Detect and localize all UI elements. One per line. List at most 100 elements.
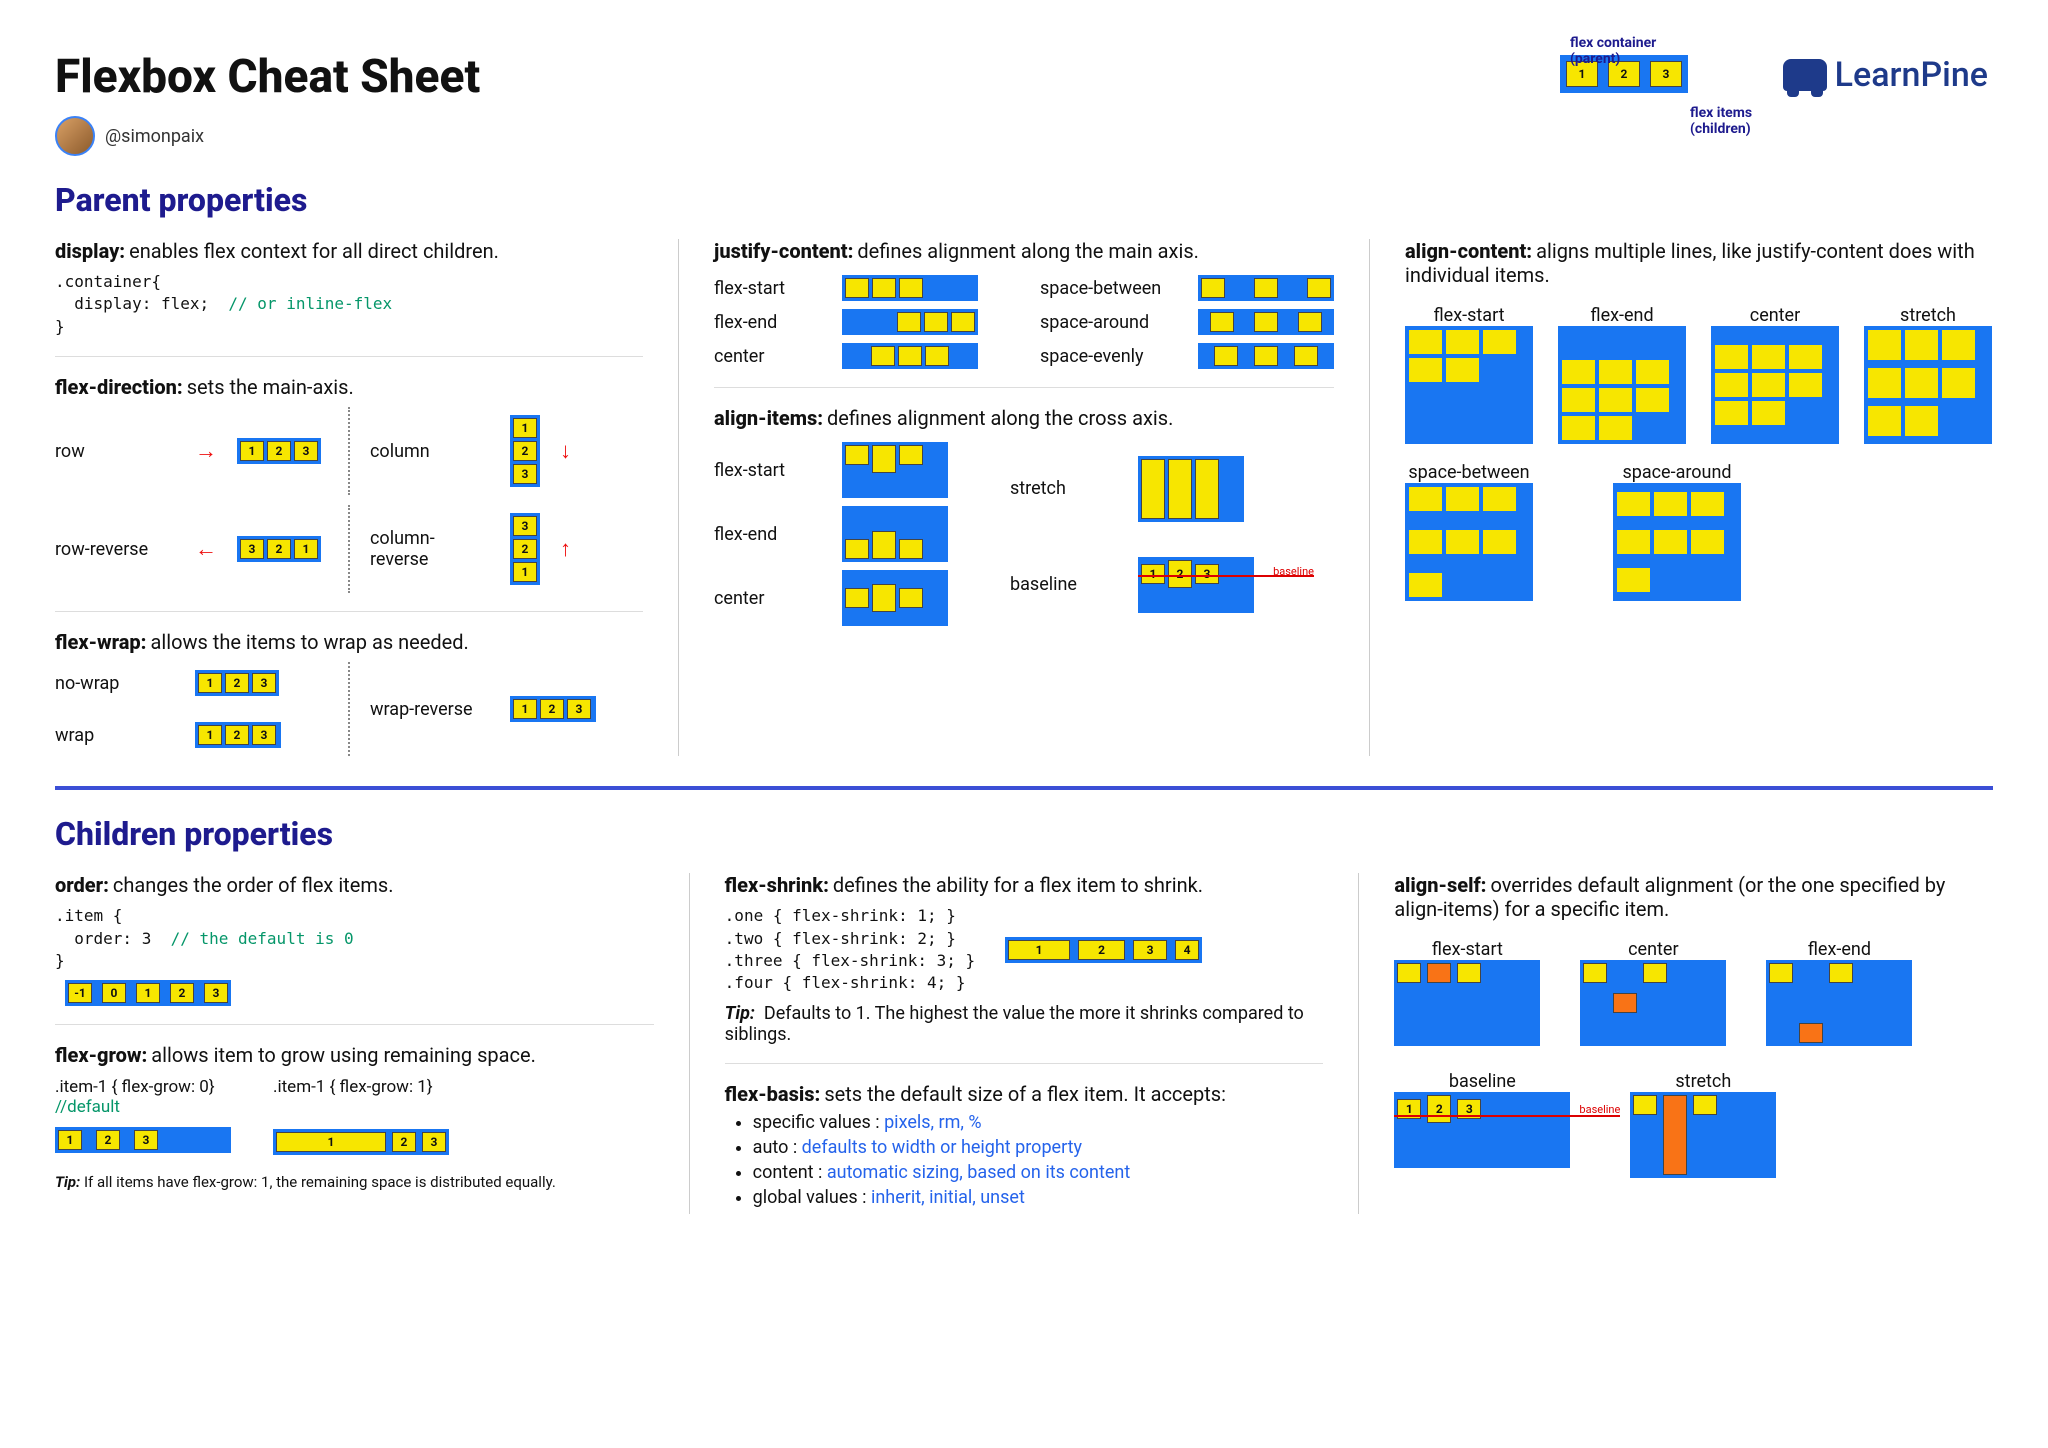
author-handle: @simonpaix <box>105 126 204 147</box>
fsh-code: .one { flex-shrink: 1; } .two { flex-shr… <box>725 905 975 995</box>
brand-logo: LearnPine <box>1783 55 1988 95</box>
ac-fs-box <box>1405 326 1533 444</box>
fg-desc: allows item to grow using remaining spac… <box>151 1043 536 1067</box>
ai-c: center <box>714 588 824 609</box>
as-st-box <box>1630 1092 1776 1178</box>
fd-colrev-label: column-reverse <box>370 528 490 570</box>
baseline-label: baseline <box>1273 565 1314 578</box>
jc-se-box <box>1198 343 1334 369</box>
fg-left-box: 123 <box>55 1127 231 1153</box>
jc-se: space-evenly <box>1040 346 1150 367</box>
jc-sb: space-between <box>1040 278 1180 299</box>
ai-bl-box: 123 <box>1138 557 1254 613</box>
fw-wraprev-label: wrap-reverse <box>370 699 490 720</box>
flexwrap-desc: allows the items to wrap as needed. <box>150 630 468 654</box>
fg-left-code: .item-1 { flex-grow: 0} <box>55 1077 231 1097</box>
ai-desc: defines alignment along the cross axis. <box>827 406 1173 430</box>
avatar <box>55 116 95 156</box>
as-bl: baseline <box>1394 1071 1570 1092</box>
ai-bl: baseline <box>1010 574 1120 595</box>
brand-text: LearnPine <box>1835 55 1988 95</box>
ac-st-box <box>1864 326 1992 444</box>
ai-st-box <box>1138 456 1244 522</box>
as-title: align-self: <box>1394 873 1486 897</box>
page-title: Flexbox Cheat Sheet <box>55 50 1993 104</box>
fg-tip-label: Tip: <box>55 1173 80 1191</box>
fb-title: flex-basis: <box>725 1082 821 1106</box>
fd-rowrev-label: row-reverse <box>55 539 175 560</box>
ac-sa: space-around <box>1613 462 1741 483</box>
jc-c: center <box>714 346 824 367</box>
jc-sa: space-around <box>1040 312 1150 333</box>
jc-fs: flex-start <box>714 278 824 299</box>
ac-sb: space-between <box>1405 462 1533 483</box>
arrow-right-icon: → <box>195 438 217 464</box>
children-annotation: flex items (children) <box>1690 105 1752 137</box>
flexwrap-title: flex-wrap: <box>55 630 147 654</box>
as-bl-box: 123 <box>1394 1092 1570 1168</box>
fsh-title: flex-shrink: <box>725 873 829 897</box>
as-baseline-label: baseline <box>1579 1103 1620 1116</box>
as-st: stretch <box>1630 1071 1776 1092</box>
ac-c: center <box>1711 305 1839 326</box>
ai-c-box <box>842 570 948 626</box>
order-code: .item { order: 3 // the default is 0 } <box>55 905 654 972</box>
fw-wraprev-box: 123 <box>510 696 596 722</box>
as-c: center <box>1580 939 1726 960</box>
ai-fs: flex-start <box>714 460 824 481</box>
fd-row-box: 123 <box>237 438 321 464</box>
fb-list: specific values : pixels, rm, % auto : d… <box>725 1112 1324 1208</box>
ai-title: align-items: <box>714 406 823 430</box>
fsh-box: 1 2 3 4 <box>1005 937 1202 963</box>
fg-default: //default <box>55 1097 231 1117</box>
fd-rowrev-box: 321 <box>237 536 321 562</box>
ac-sa-box <box>1613 483 1741 601</box>
jc-c-box <box>842 343 978 369</box>
fg-title: flex-grow: <box>55 1043 147 1067</box>
flexdir-title: flex-direction: <box>55 375 183 399</box>
ac-fe: flex-end <box>1558 305 1686 326</box>
fsh-tip: Defaults to 1. The highest the value the… <box>725 1003 1304 1045</box>
as-fs-box <box>1394 960 1540 1046</box>
ac-title: align-content: <box>1405 239 1532 263</box>
as-fs: flex-start <box>1394 939 1540 960</box>
fd-colrev-box: 321 <box>510 513 540 585</box>
ac-st: stretch <box>1864 305 1992 326</box>
jc-fe-box <box>842 309 978 335</box>
parent-section-title: Parent properties <box>55 181 1993 219</box>
jc-title: justify-content: <box>714 239 853 263</box>
as-fe: flex-end <box>1766 939 1912 960</box>
order-desc: changes the order of flex items. <box>113 873 394 897</box>
arrow-up-icon: ↑ <box>560 536 571 562</box>
fw-wrap-label: wrap <box>55 725 175 746</box>
as-c-box <box>1580 960 1726 1046</box>
fw-nowrap-label: no-wrap <box>55 673 175 694</box>
parent-annotation: flex container (parent) <box>1570 35 1688 67</box>
arrow-down-icon: ↓ <box>560 438 571 464</box>
jc-desc: defines alignment along the main axis. <box>857 239 1199 263</box>
display-desc: enables flex context for all direct chil… <box>129 239 499 263</box>
jc-fs-box <box>842 275 978 301</box>
flexdir-desc: sets the main-axis. <box>187 375 354 399</box>
order-box: -10123 <box>65 980 231 1006</box>
ac-fs: flex-start <box>1405 305 1533 326</box>
fd-row-label: row <box>55 441 175 462</box>
ac-sb-box <box>1405 483 1533 601</box>
display-title: display: <box>55 239 125 263</box>
fg-tip: If all items have flex-grow: 1, the rema… <box>84 1173 556 1191</box>
fg-right-box: 123 <box>273 1129 449 1155</box>
fb-desc: sets the default size of a flex item. It… <box>824 1082 1226 1106</box>
jc-sa-box <box>1198 309 1334 335</box>
ai-st: stretch <box>1010 478 1120 499</box>
fsh-tip-label: Tip: <box>725 1003 755 1024</box>
ai-fs-box <box>842 442 948 498</box>
arrow-left-icon: ← <box>195 536 217 562</box>
order-title: order: <box>55 873 109 897</box>
fg-right-code: .item-1 { flex-grow: 1} <box>273 1077 449 1097</box>
children-section-title: Children properties <box>55 815 1993 853</box>
fd-col-label: column <box>370 441 490 462</box>
fsh-desc: defines the ability for a flex item to s… <box>833 873 1203 897</box>
as-fe-box <box>1766 960 1912 1046</box>
ac-fe-box <box>1558 326 1686 444</box>
ai-fe: flex-end <box>714 524 824 545</box>
